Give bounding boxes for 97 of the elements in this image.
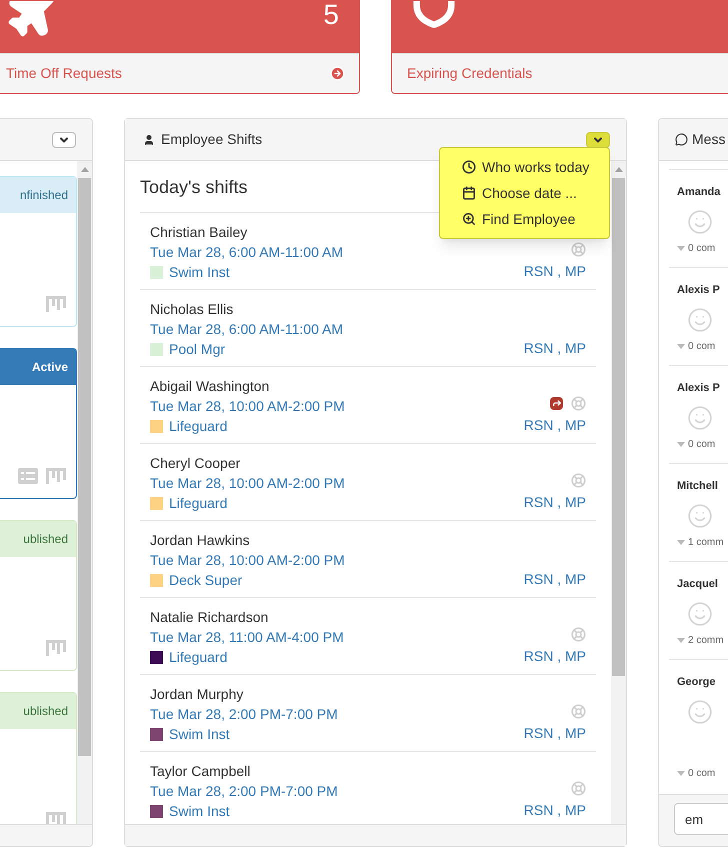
- smiley-icon: [687, 600, 713, 626]
- shift-time[interactable]: Tue Mar 28, 10:00 AM-2:00 PM: [150, 551, 345, 570]
- shift-time[interactable]: Tue Mar 28, 10:00 AM-2:00 PM: [150, 397, 345, 416]
- status-label: nfinished: [20, 187, 68, 204]
- employee-name[interactable]: Taylor Campbell: [150, 762, 338, 781]
- role-label: Lifeguard: [169, 494, 228, 513]
- caret-icon[interactable]: [677, 344, 685, 348]
- shift-time[interactable]: Tue Mar 28, 6:00 AM-11:00 AM: [150, 243, 343, 262]
- dropdown-button[interactable]: [586, 132, 610, 148]
- status-label: Active: [32, 359, 68, 376]
- count: 5: [323, 1, 339, 29]
- lifebuoy-icon[interactable]: [571, 396, 586, 410]
- staff-codes[interactable]: RSN , MP: [524, 261, 586, 282]
- list-icon: [18, 468, 38, 484]
- bars-icon: [46, 468, 66, 484]
- user-icon: [143, 134, 155, 146]
- summary-card[interactable]: 5 Time Off Requests: [0, 0, 360, 94]
- caret-icon[interactable]: [677, 771, 685, 776]
- menu-item[interactable]: Choose date ...: [440, 180, 609, 206]
- employee-name[interactable]: Abigail Washington: [150, 377, 345, 396]
- caret-icon[interactable]: [677, 442, 685, 446]
- status-label: ublished: [23, 703, 68, 720]
- employee-name[interactable]: Natalie Richardson: [150, 608, 344, 627]
- scrollbar[interactable]: [611, 161, 626, 824]
- shift-time[interactable]: Tue Mar 28, 2:00 PM-7:00 PM: [150, 705, 338, 724]
- author-name: Alexis P: [677, 283, 721, 298]
- comment-count[interactable]: 0 com: [688, 338, 716, 354]
- message-input[interactable]: em: [674, 803, 728, 835]
- shift-time[interactable]: Tue Mar 28, 10:00 AM-2:00 PM: [150, 474, 345, 493]
- staff-codes[interactable]: RSN , MP: [524, 800, 586, 821]
- zoom-in-icon: [462, 212, 476, 226]
- comment-count[interactable]: 0 com: [688, 240, 716, 256]
- role-label: Lifeguard: [169, 648, 228, 667]
- employee-name[interactable]: Jordan Murphy: [150, 685, 338, 704]
- staff-codes[interactable]: RSN , MP: [524, 646, 586, 667]
- role-label: Pool Mgr: [169, 340, 226, 359]
- swap-icon[interactable]: [550, 396, 563, 410]
- lifebuoy-icon[interactable]: [571, 472, 586, 488]
- caret-icon[interactable]: [677, 246, 685, 250]
- bars-icon: [46, 296, 66, 312]
- role-label: Deck Super: [169, 571, 242, 590]
- menu-item[interactable]: Who works today: [440, 154, 609, 180]
- summary-card[interactable]: Expiring Credentials: [391, 0, 728, 94]
- comment-count[interactable]: 1 comm: [688, 534, 724, 550]
- employee-name[interactable]: Jordan Hawkins: [150, 531, 345, 550]
- lifebuoy-icon[interactable]: [571, 780, 586, 796]
- staff-codes[interactable]: RSN , MP: [524, 338, 586, 359]
- panel-title: Mess: [692, 130, 726, 149]
- employee-name[interactable]: Cheryl Cooper: [150, 454, 345, 473]
- arrow-right-icon[interactable]: [330, 66, 345, 81]
- shift-time[interactable]: Tue Mar 28, 2:00 PM-7:00 PM: [150, 782, 338, 801]
- shift-time[interactable]: Tue Mar 28, 11:00 AM-4:00 PM: [150, 628, 344, 647]
- bars-icon: [46, 640, 66, 656]
- card-label[interactable]: Time Off Requests: [6, 63, 122, 84]
- panel-title: Employee Shifts: [161, 130, 262, 149]
- smiley-icon: [687, 502, 713, 528]
- dropdown-button[interactable]: [52, 132, 76, 148]
- scroll-up-arrow-icon[interactable]: [80, 167, 88, 172]
- shift-time[interactable]: Tue Mar 28, 6:00 AM-11:00 AM: [150, 320, 343, 339]
- schedule-card[interactable]: Active: [0, 348, 77, 499]
- bars-icon: [46, 812, 66, 824]
- speech-bubble-icon: [675, 133, 688, 146]
- smiley-icon: [687, 698, 713, 724]
- schedule-card[interactable]: nfinished: [0, 176, 77, 327]
- staff-codes[interactable]: RSN , MP: [524, 569, 586, 590]
- smiley-icon: [687, 306, 713, 332]
- lifebuoy-icon[interactable]: [571, 242, 586, 256]
- smiley-icon: [687, 404, 713, 430]
- clock-icon: [462, 160, 476, 174]
- role-label: Swim Inst: [169, 802, 230, 821]
- comment-count[interactable]: 2 comm: [688, 632, 724, 648]
- scrollbar[interactable]: [77, 161, 92, 824]
- comment-count[interactable]: 0 com: [688, 766, 716, 781]
- scroll-up-arrow-icon[interactable]: [614, 167, 622, 172]
- caret-icon[interactable]: [677, 540, 685, 544]
- calendar-icon: [462, 186, 476, 200]
- role-label: Swim Inst: [169, 263, 230, 282]
- author-name: Mitchell: [677, 479, 719, 494]
- staff-codes[interactable]: RSN , MP: [524, 723, 586, 744]
- employee-name[interactable]: Christian Bailey: [150, 223, 343, 242]
- author-name: Jacquel: [677, 577, 719, 592]
- caret-icon[interactable]: [677, 638, 685, 642]
- author-name: George: [677, 675, 717, 690]
- menu-item[interactable]: Find Employee: [440, 206, 609, 232]
- employee-name[interactable]: Nicholas Ellis: [150, 300, 343, 319]
- author-name: Alexis P: [677, 381, 721, 396]
- lifebuoy-icon[interactable]: [571, 704, 586, 718]
- role-label: Lifeguard: [169, 417, 228, 436]
- author-name: Amanda: [677, 185, 722, 200]
- role-label: Swim Inst: [169, 725, 230, 744]
- comment-count[interactable]: 0 com: [688, 436, 716, 452]
- status-label: ublished: [23, 531, 68, 548]
- lifebuoy-icon[interactable]: [571, 626, 586, 642]
- staff-codes[interactable]: RSN , MP: [524, 492, 586, 513]
- staff-codes[interactable]: RSN , MP: [524, 415, 586, 436]
- schedule-card[interactable]: ublished: [0, 520, 77, 671]
- smiley-icon: [687, 208, 713, 234]
